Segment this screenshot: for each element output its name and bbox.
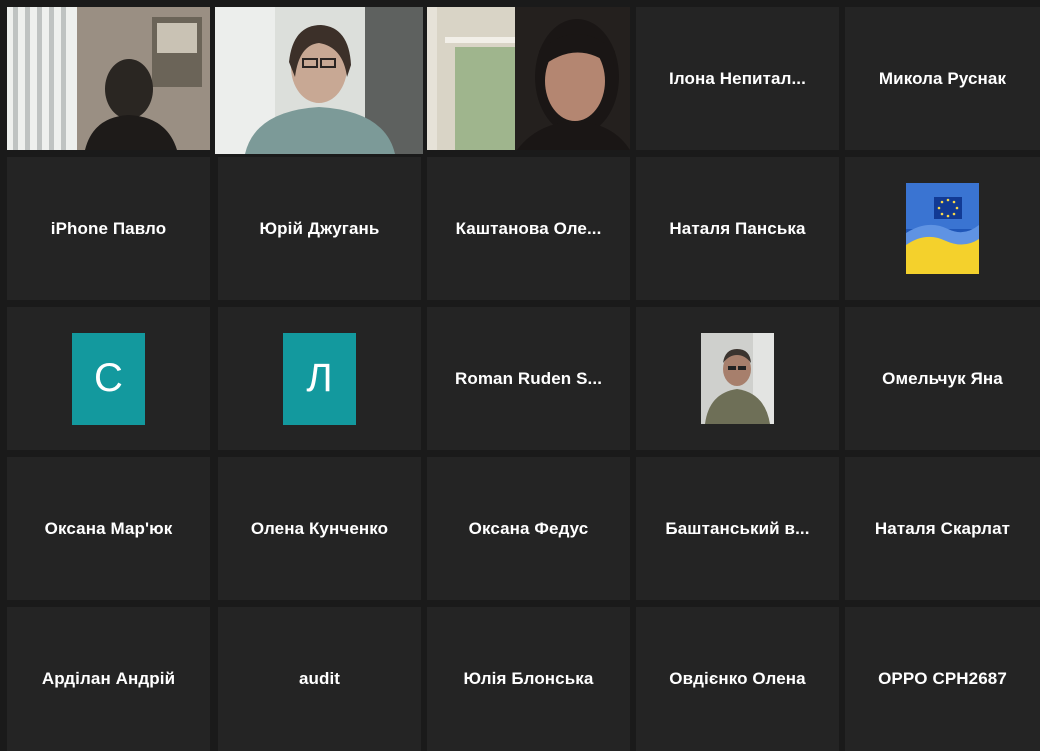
participant-video bbox=[427, 7, 630, 150]
participant-tile[interactable]: С bbox=[7, 307, 210, 450]
initial-avatar: Л bbox=[283, 332, 356, 425]
participant-tile[interactable] bbox=[845, 157, 1040, 300]
participant-name: Олена Кунченко bbox=[250, 518, 389, 538]
participant-tile[interactable]: Арділан Андрій bbox=[7, 607, 210, 751]
participant-video bbox=[7, 7, 210, 150]
participant-name: Наталя Панська bbox=[669, 218, 806, 238]
participant-name: Каштанова Оле... bbox=[455, 218, 602, 238]
participant-tile[interactable]: Л bbox=[218, 307, 421, 450]
participant-name: audit bbox=[298, 669, 341, 688]
participant-video-tile-active-speaker[interactable] bbox=[215, 7, 423, 154]
participant-tile[interactable]: Наталя Панська bbox=[636, 157, 839, 300]
participant-tile[interactable] bbox=[636, 307, 839, 450]
participant-name: OPPO CPH2687 bbox=[878, 669, 1007, 688]
participant-tile[interactable]: Юрій Джугань bbox=[218, 157, 421, 300]
man-photo-avatar bbox=[701, 333, 774, 424]
participant-name: Баштанський в... bbox=[665, 518, 810, 538]
participant-name: Ілона Непитал... bbox=[669, 68, 806, 88]
participant-name: Арділан Андрій bbox=[41, 669, 176, 688]
participant-name: Овдієнко Олена bbox=[669, 669, 806, 688]
participant-tile[interactable]: Омельчук Яна bbox=[845, 307, 1040, 450]
participant-tile[interactable]: Каштанова Оле... bbox=[427, 157, 630, 300]
participant-tile[interactable]: Наталя Скарлат bbox=[845, 457, 1040, 600]
initial-avatar: С bbox=[72, 332, 145, 425]
eu-ukraine-flag-avatar bbox=[906, 183, 979, 274]
participant-name: Roman Ruden S... bbox=[454, 368, 603, 388]
participant-tile[interactable]: Баштанський в... bbox=[636, 457, 839, 600]
participant-name: Оксана Мар'юк bbox=[44, 518, 173, 538]
participant-tile[interactable]: iPhone Павло bbox=[7, 157, 210, 300]
participant-video bbox=[215, 7, 423, 154]
participant-name: Наталя Скарлат bbox=[874, 518, 1011, 538]
participant-video-tile[interactable] bbox=[7, 7, 210, 150]
participant-tile[interactable]: Микола Руснак bbox=[845, 7, 1040, 150]
participant-tile[interactable]: Юлія Блонська bbox=[427, 607, 630, 751]
participant-name: Юрій Джугань bbox=[259, 218, 380, 238]
participant-tile[interactable]: Овдієнко Олена bbox=[636, 607, 839, 751]
participant-tile[interactable]: Roman Ruden S... bbox=[427, 307, 630, 450]
participant-name: Оксана Федус bbox=[468, 518, 589, 538]
participant-gallery: Ілона Непитал... Микола Руснак iPhone Па… bbox=[0, 0, 1040, 751]
participant-tile[interactable]: Оксана Мар'юк bbox=[7, 457, 210, 600]
participant-tile[interactable]: Олена Кунченко bbox=[218, 457, 421, 600]
participant-tile[interactable]: audit bbox=[218, 607, 421, 751]
participant-tile[interactable]: Ілона Непитал... bbox=[636, 7, 839, 150]
participant-name: Юлія Блонська bbox=[463, 669, 594, 688]
participant-tile[interactable]: Оксана Федус bbox=[427, 457, 630, 600]
participant-tile[interactable]: OPPO CPH2687 bbox=[845, 607, 1040, 751]
participant-name: Микола Руснак bbox=[878, 68, 1007, 88]
participant-name: Омельчук Яна bbox=[882, 368, 1003, 388]
participant-name: iPhone Павло bbox=[50, 218, 167, 238]
participant-video-tile[interactable] bbox=[427, 7, 630, 150]
